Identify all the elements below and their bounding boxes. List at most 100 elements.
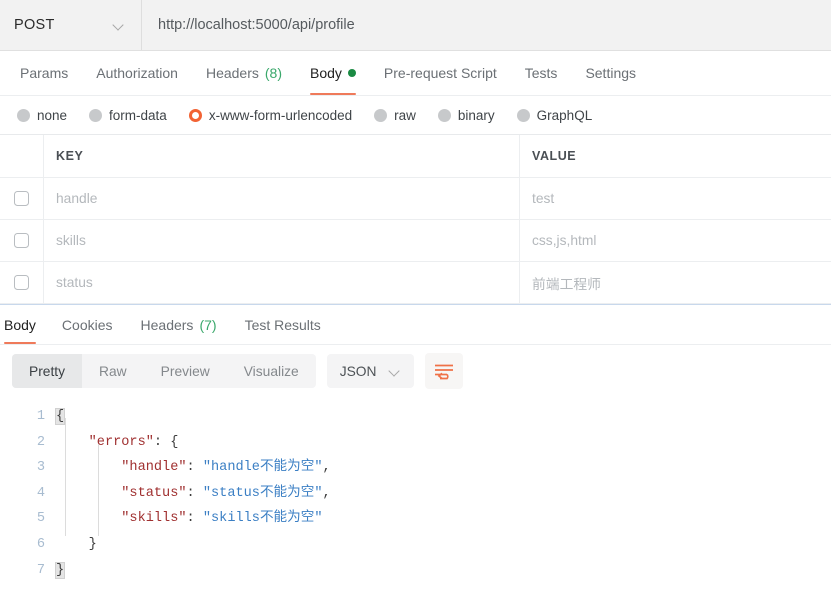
code-token: "skills不能为空" (202, 511, 323, 527)
tab-label: Headers (205, 65, 259, 81)
tab-count-badge: (8) (264, 65, 282, 81)
tab-label: Authorization (96, 65, 178, 81)
row-value-cell[interactable]: css,js,html (520, 220, 831, 261)
radio-label: x-www-form-urlencoded (208, 107, 353, 123)
radio-label: form-data (109, 107, 167, 123)
row-checkbox[interactable] (14, 191, 29, 206)
segment-preview[interactable]: Preview (144, 354, 227, 388)
row-value-cell[interactable]: test (520, 178, 831, 219)
radio-label: none (37, 107, 68, 123)
row-key-text: status (56, 275, 93, 290)
tab-label: Settings (585, 65, 637, 81)
row-value-cell[interactable]: 前端工程师 (520, 262, 831, 303)
code-content[interactable]: { "errors": { "handle": "handle不能为空", "s… (54, 404, 831, 596)
row-value-text: test (532, 191, 555, 206)
tab-label: Params (20, 65, 69, 81)
radio-icon (516, 108, 530, 122)
segment-raw[interactable]: Raw (82, 354, 144, 388)
response-tab-cookies[interactable]: Cookies (48, 305, 127, 344)
indent-guide (98, 444, 99, 536)
table-row: status 前端工程师 (0, 262, 831, 304)
code-token: { (170, 434, 179, 450)
code-token: : (186, 485, 203, 501)
table-header-row: KEY VALUE (0, 135, 831, 178)
row-checkbox-cell (0, 178, 44, 219)
row-key-text: skills (56, 233, 86, 248)
line-number: 1 (36, 409, 45, 424)
line-number: 7 (36, 562, 45, 578)
tab-headers[interactable]: Headers (8) (192, 51, 296, 95)
radio-icon (17, 108, 30, 122)
response-tab-body[interactable]: Body (0, 305, 48, 344)
code-line: "handle": "handle不能为空", (56, 455, 831, 481)
row-checkbox[interactable] (14, 233, 29, 248)
response-tab-bar: Body Cookies Headers (7) Test Results (0, 305, 831, 345)
table-row: handle test (0, 178, 831, 220)
row-key-cell[interactable]: status (44, 262, 520, 303)
code-line: "errors": { (56, 430, 831, 456)
tab-label: Headers (140, 316, 194, 333)
line-number-gutter: 1 2 3 4 5 6 7 (0, 404, 56, 596)
word-wrap-toggle[interactable] (424, 353, 463, 389)
chevron-down-icon (114, 20, 125, 31)
radio-form-data[interactable]: form-data (81, 108, 175, 123)
tab-label: Body (4, 316, 36, 333)
row-checkbox-cell (0, 262, 44, 303)
radio-binary[interactable]: binary (430, 108, 503, 123)
radio-graphql[interactable]: GraphQL (509, 108, 601, 123)
http-method-select[interactable]: POST (0, 0, 142, 50)
code-token: { (54, 408, 66, 425)
row-checkbox[interactable] (14, 275, 29, 290)
tab-label: Pre-request Script (383, 65, 497, 81)
response-view-controls: Pretty Raw Preview Visualize JSON (0, 345, 831, 397)
radio-selected-icon (188, 108, 202, 122)
response-language-label: JSON (339, 363, 377, 379)
radio-icon (89, 108, 103, 122)
request-tab-bar: Params Authorization Headers (8) Body Pr… (0, 51, 831, 96)
line-number: 6 (36, 536, 45, 552)
radio-none[interactable]: none (9, 108, 75, 123)
code-token: : (186, 460, 203, 476)
tab-pre-request-script[interactable]: Pre-request Script (370, 51, 511, 95)
code-token: : (153, 434, 171, 450)
row-key-text: handle (56, 191, 98, 206)
radio-label: raw (394, 107, 416, 123)
header-key-cell: KEY (44, 135, 520, 177)
radio-icon (374, 108, 388, 122)
code-line: { (54, 404, 831, 430)
green-dot-icon (347, 69, 356, 77)
url-text: http://localhost:5000/api/profile (158, 17, 355, 33)
tab-body[interactable]: Body (296, 51, 370, 95)
radio-icon (437, 108, 451, 122)
tab-label: Tests (524, 65, 558, 81)
tab-params[interactable]: Params (6, 51, 82, 95)
tab-authorization[interactable]: Authorization (82, 51, 192, 95)
indent-guide (65, 418, 66, 536)
code-token: } (54, 561, 66, 579)
code-line: } (56, 532, 831, 558)
line-number: 2 (36, 434, 45, 450)
tab-label: Body (310, 65, 342, 81)
url-input[interactable]: http://localhost:5000/api/profile (142, 0, 831, 50)
body-type-radio-group: none form-data x-www-form-urlencoded raw… (0, 96, 831, 134)
column-header-key: KEY (56, 149, 84, 163)
radio-raw[interactable]: raw (366, 108, 424, 123)
radio-x-www-form-urlencoded[interactable]: x-www-form-urlencoded (181, 108, 360, 123)
tab-label: Cookies (61, 316, 113, 333)
response-tab-headers[interactable]: Headers (7) (127, 305, 231, 344)
column-header-value: VALUE (532, 149, 577, 163)
code-token: : (186, 511, 203, 527)
response-tab-test-results[interactable]: Test Results (231, 305, 335, 344)
line-number: 4 (36, 485, 45, 501)
segment-pretty[interactable]: Pretty (12, 354, 83, 388)
code-token: "skills" (121, 511, 187, 527)
chevron-down-icon (390, 366, 401, 377)
row-key-cell[interactable]: skills (44, 220, 520, 261)
code-token: , (322, 460, 331, 476)
segment-visualize[interactable]: Visualize (227, 354, 316, 388)
response-language-select[interactable]: JSON (326, 354, 414, 388)
tab-tests[interactable]: Tests (511, 51, 572, 95)
tab-settings[interactable]: Settings (571, 51, 650, 95)
header-checkbox-cell (0, 135, 44, 177)
row-key-cell[interactable]: handle (44, 178, 520, 219)
